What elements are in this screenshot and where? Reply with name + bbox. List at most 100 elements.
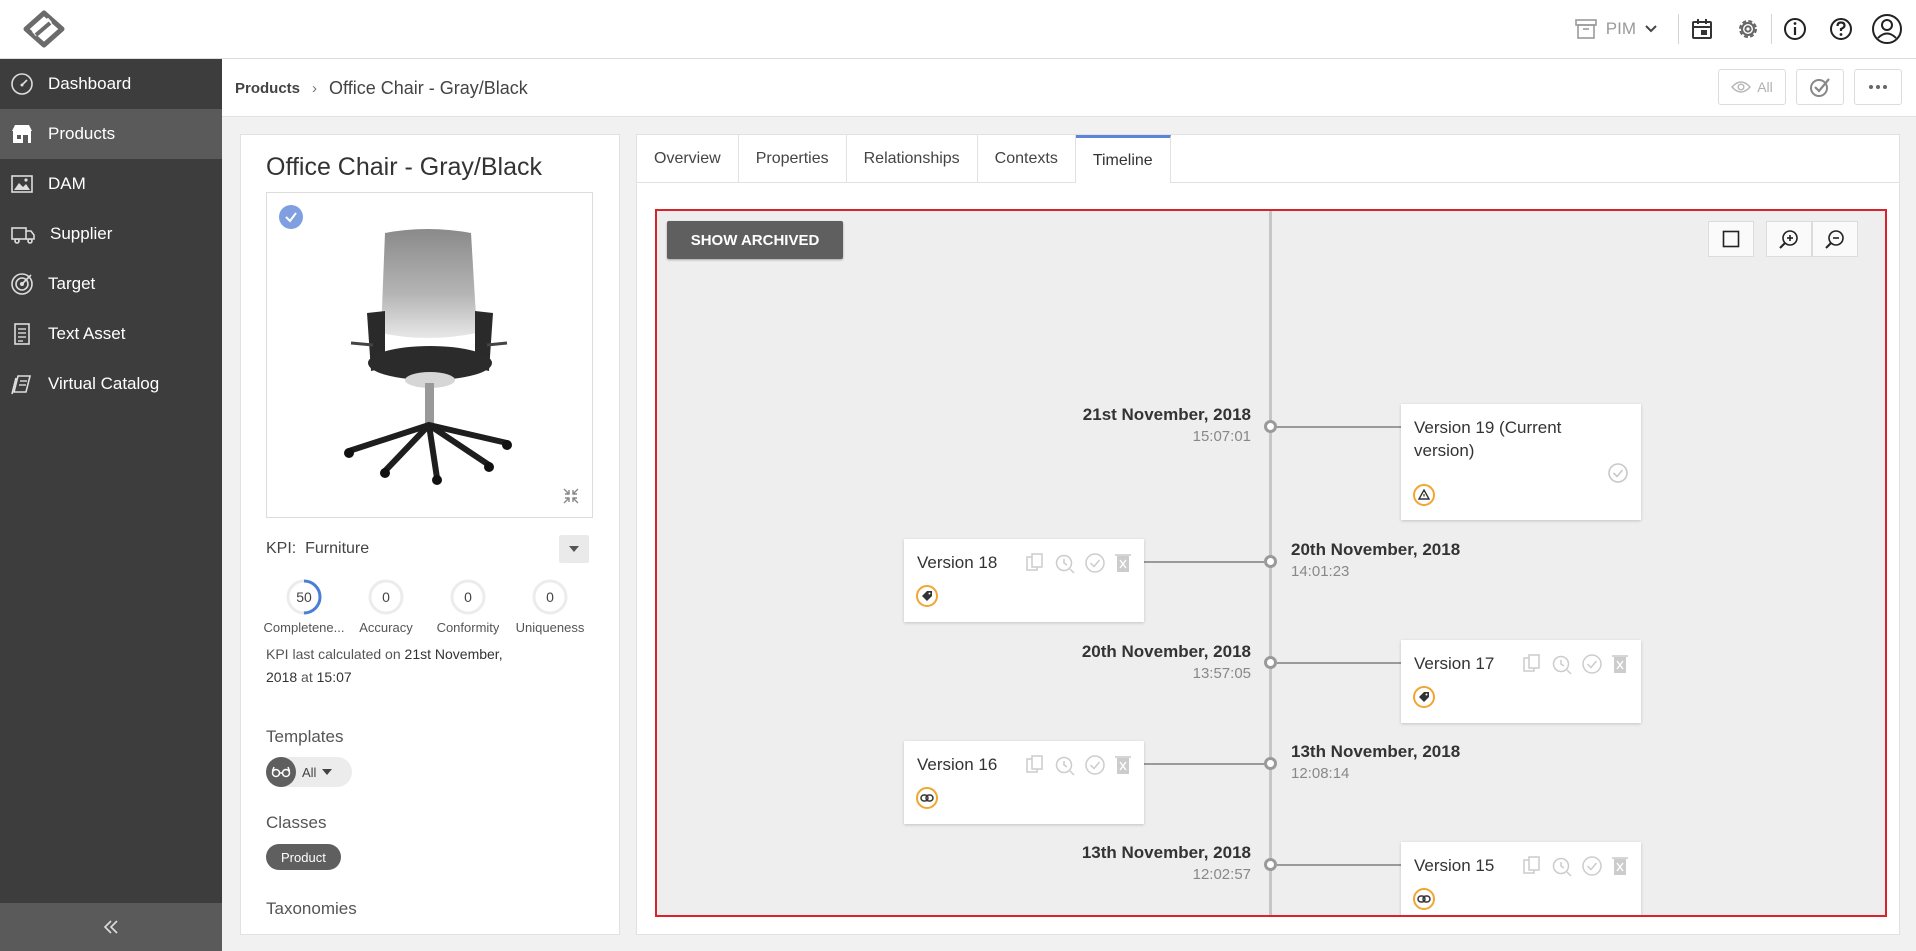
zoom-in-button[interactable] (1766, 221, 1812, 257)
user-avatar-icon (1872, 14, 1902, 44)
tab-properties[interactable]: Properties (739, 135, 847, 183)
templates-selector[interactable]: All (266, 757, 352, 787)
version-actions (1521, 653, 1629, 675)
kpi-completeness[interactable]: 50 Completene... (263, 578, 345, 635)
more-options-button[interactable] (1854, 69, 1902, 105)
timeline-date: 20th November, 2018 13:57:05 (1082, 642, 1251, 682)
settings-button[interactable] (1725, 0, 1771, 58)
zoom-in-icon (1779, 230, 1798, 249)
check-circle-icon[interactable] (1084, 754, 1106, 776)
kpi-dropdown-button[interactable] (559, 535, 589, 563)
calendar-icon (1692, 19, 1712, 39)
module-switcher[interactable]: PIM (1554, 0, 1678, 58)
kpi-conformity[interactable]: 0 Conformity (427, 578, 509, 635)
check-circle-icon[interactable] (1084, 552, 1106, 574)
version-title: Version 15 (1414, 856, 1495, 875)
timeline-connector (1277, 864, 1401, 866)
copy-icon[interactable] (1024, 552, 1046, 574)
version-title: Version 17 (1414, 654, 1495, 673)
kpi-prefix: KPI: (266, 540, 297, 557)
validate-button[interactable] (1796, 69, 1844, 105)
kpi-name: Uniqueness (515, 620, 585, 635)
visibility-filter-button[interactable]: All (1718, 69, 1786, 105)
sidebar-collapse-button[interactable] (0, 903, 222, 951)
date-label: 13th November, 2018 (1291, 742, 1461, 761)
version-card-18[interactable]: Version 18 (904, 539, 1144, 622)
tag-icon (1413, 686, 1435, 708)
caret-down-icon (569, 546, 579, 552)
copy-icon[interactable] (1521, 653, 1543, 675)
kpi-value: 0 (546, 589, 554, 605)
class-chip-product[interactable]: Product (266, 844, 341, 870)
version-card-16[interactable]: Version 16 (904, 741, 1144, 824)
target-icon (11, 273, 33, 295)
trash-icon[interactable] (1611, 653, 1629, 675)
timeline-node[interactable] (1264, 420, 1277, 433)
kpi-accuracy[interactable]: 0 Accuracy (345, 578, 427, 635)
trash-icon[interactable] (1114, 552, 1132, 574)
trash-icon[interactable] (1611, 855, 1629, 877)
timeline-node[interactable] (1264, 656, 1277, 669)
warning-icon (1413, 484, 1435, 506)
restore-icon[interactable] (1054, 754, 1076, 776)
fit-view-button[interactable] (1708, 221, 1754, 257)
version-card-19[interactable]: Version 19 (Current version) (1401, 404, 1641, 520)
tab-overview[interactable]: Overview (637, 135, 739, 183)
sidebar-item-virtual-catalog[interactable]: Virtual Catalog (0, 359, 222, 409)
module-label: PIM (1605, 19, 1636, 38)
check-circle-icon[interactable] (1581, 653, 1603, 675)
timeline-connector (1144, 763, 1264, 765)
zoom-out-button[interactable] (1812, 221, 1858, 257)
breadcrumb: Products › Office Chair - Gray/Black (235, 59, 528, 117)
info-button[interactable] (1772, 0, 1818, 58)
timeline-node[interactable] (1264, 555, 1277, 568)
breadcrumb-products-link[interactable]: Products (235, 80, 300, 97)
tab-contexts[interactable]: Contexts (978, 135, 1076, 183)
product-title: Office Chair - Gray/Black (266, 153, 543, 181)
timeline-date: 21st November, 2018 15:07:01 (1083, 405, 1251, 445)
sidebar: Dashboard Products DAM Supplier Target T… (0, 59, 222, 951)
version-card-17[interactable]: Version 17 (1401, 640, 1641, 723)
breadcrumb-bar: Products › Office Chair - Gray/Black All (222, 59, 1916, 117)
sidebar-item-dashboard[interactable]: Dashboard (0, 59, 222, 109)
app-logo-icon[interactable] (20, 10, 68, 48)
trash-icon[interactable] (1114, 754, 1132, 776)
restore-icon[interactable] (1551, 653, 1573, 675)
caret-down-icon (322, 769, 333, 775)
sidebar-item-label: Target (48, 274, 96, 293)
show-archived-button[interactable]: SHOW ARCHIVED (667, 221, 843, 259)
timeline-canvas[interactable]: SHOW ARCHIVED 21st November, 2018 15:07:0… (655, 209, 1887, 917)
version-card-15[interactable]: Version 15 (1401, 842, 1641, 915)
main-panel: Overview Properties Relationships Contex… (636, 134, 1900, 935)
taxonomies-label: Taxonomies (266, 899, 357, 918)
sidebar-item-label: Products (48, 124, 116, 143)
sidebar-item-supplier[interactable]: Supplier (0, 209, 222, 259)
kpi-name: Accuracy (359, 620, 413, 635)
tab-relationships[interactable]: Relationships (847, 135, 978, 183)
product-image[interactable] (266, 192, 593, 518)
check-circle-icon[interactable] (1581, 855, 1603, 877)
calendar-button[interactable] (1679, 0, 1725, 58)
collapse-arrows-icon[interactable] (562, 487, 580, 505)
sidebar-item-text-asset[interactable]: Text Asset (0, 309, 222, 359)
sidebar-item-dam[interactable]: DAM (0, 159, 222, 209)
timeline-connector (1277, 426, 1401, 428)
timeline-date: 13th November, 2018 12:08:14 (1291, 742, 1460, 782)
copy-icon[interactable] (1024, 754, 1046, 776)
user-profile-button[interactable] (1864, 0, 1910, 58)
kpi-gauge: 50 (285, 578, 323, 616)
tab-timeline[interactable]: Timeline (1075, 135, 1171, 183)
zoom-out-icon (1825, 230, 1844, 249)
help-button[interactable] (1818, 0, 1864, 58)
restore-icon[interactable] (1054, 552, 1076, 574)
sidebar-item-products[interactable]: Products (0, 109, 222, 159)
kpi-uniqueness[interactable]: 0 Uniqueness (509, 578, 591, 635)
timeline-node[interactable] (1264, 858, 1277, 871)
version-actions (1024, 754, 1132, 776)
timeline-node[interactable] (1264, 757, 1277, 770)
sidebar-item-target[interactable]: Target (0, 259, 222, 309)
copy-icon[interactable] (1521, 855, 1543, 877)
catalog-icon (11, 375, 32, 395)
restore-icon[interactable] (1551, 855, 1573, 877)
kpi-gauge: 0 (449, 578, 487, 616)
